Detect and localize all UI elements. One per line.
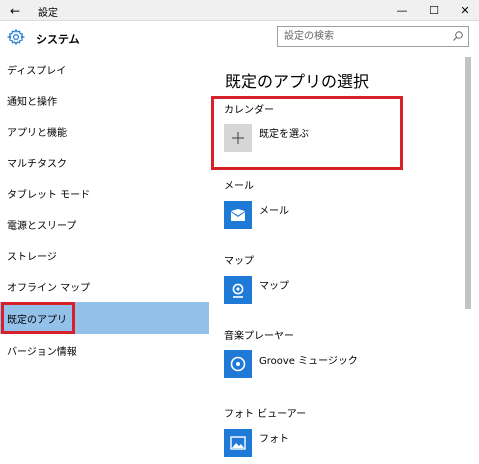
page-title: 既定のアプリの選択 — [225, 72, 370, 91]
app-name-maps[interactable]: マップ — [259, 277, 289, 292]
groove-music-icon — [230, 356, 246, 372]
sidebar-item-about[interactable]: バージョン情報 — [0, 334, 209, 366]
category-label-mail: メール — [224, 181, 254, 192]
sidebar-item-multitasking[interactable]: マルチタスク — [0, 146, 209, 178]
maximize-icon: ☐ — [429, 4, 439, 17]
scrollbar[interactable] — [465, 57, 471, 309]
sidebar-item-storage[interactable]: ストレージ — [0, 239, 209, 271]
sidebar-item-default-apps[interactable]: 既定のアプリ — [0, 302, 209, 334]
sidebar-item-tablet-mode[interactable]: タブレット モード — [0, 177, 209, 209]
back-button[interactable]: ← — [0, 0, 30, 21]
app-name-photos[interactable]: フォト — [259, 430, 289, 445]
back-arrow-icon: ← — [9, 3, 21, 18]
sidebar-header: システム — [0, 21, 209, 53]
sidebar-item-apps-features[interactable]: アプリと機能 — [0, 115, 209, 147]
title-bar: ← 設定 — ☐ ✕ — [0, 0, 479, 21]
mail-app-tile[interactable] — [224, 201, 252, 229]
search-icon[interactable] — [452, 30, 464, 42]
sidebar-item-offline-maps[interactable]: オフライン マップ — [0, 270, 209, 302]
search-input[interactable] — [278, 27, 448, 46]
close-button[interactable]: ✕ — [450, 0, 479, 21]
mail-icon — [231, 209, 245, 221]
app-name-mail[interactable]: メール — [259, 202, 289, 217]
app-name-calendar[interactable]: 既定を選ぶ — [259, 125, 309, 140]
sidebar-item-notifications[interactable]: 通知と操作 — [0, 84, 209, 116]
maps-app-tile[interactable] — [224, 276, 252, 304]
minimize-icon: — — [396, 4, 408, 17]
main-content: 既定のアプリの選択 カレンダー 既定を選ぶ メール メール マップ マップ 音楽… — [209, 21, 479, 464]
search-box — [277, 26, 469, 47]
maximize-button[interactable]: ☐ — [419, 0, 449, 21]
close-icon: ✕ — [460, 4, 470, 17]
gear-icon — [7, 28, 25, 46]
category-label-calendar: カレンダー — [224, 105, 274, 116]
section-title: システム — [36, 33, 80, 46]
window-title: 設定 — [38, 8, 58, 19]
category-label-maps: マップ — [224, 256, 254, 267]
sidebar-item-power-sleep[interactable]: 電源とスリープ — [0, 208, 209, 240]
choose-default-button[interactable] — [224, 124, 252, 152]
photos-app-tile[interactable] — [224, 429, 252, 457]
category-label-photo-viewer: フォト ビューアー — [224, 409, 307, 420]
category-label-music-player: 音楽プレーヤー — [224, 331, 294, 342]
plus-icon — [232, 132, 244, 144]
minimize-button[interactable]: — — [387, 0, 417, 21]
maps-icon — [232, 283, 244, 298]
app-name-music[interactable]: Groove ミュージック — [259, 352, 358, 367]
sidebar-item-display[interactable]: ディスプレイ — [0, 53, 209, 85]
groove-app-tile[interactable] — [224, 350, 252, 378]
photos-icon — [230, 436, 246, 450]
sidebar: システム ディスプレイ 通知と操作 アプリと機能 マルチタスク タブレット モー… — [0, 21, 209, 464]
